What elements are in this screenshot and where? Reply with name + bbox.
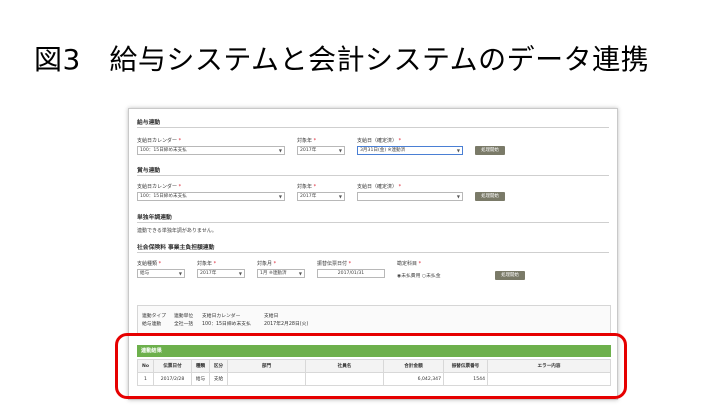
chevron-down-icon: ▼ xyxy=(238,271,242,276)
bonus-payday-select[interactable]: ▼ xyxy=(357,192,463,201)
insurance-month-select[interactable]: 1月 ※連動済 ▼ xyxy=(257,269,305,278)
bonus-calendar-select[interactable]: 100：15日締め末支払 ▼ xyxy=(137,192,285,201)
bonus-year-select[interactable]: 2017年 ▼ xyxy=(297,192,345,201)
cell-voucher-no: 1544 xyxy=(443,372,488,386)
info-value-unit: 全社一括 xyxy=(174,322,194,327)
chevron-down-icon: ▼ xyxy=(298,271,302,276)
year-end-title: 単独年調連動 xyxy=(137,215,172,221)
cell-department xyxy=(227,372,306,386)
col-error: エラー内容 xyxy=(487,359,611,373)
insurance-year-label: 対象年 * xyxy=(197,261,217,267)
app-panel: 給与連動 支給日カレンダー * 100：15日締め末支払 ▼ 対象年 * 2017… xyxy=(128,108,618,400)
bonus-year-label: 対象年 * xyxy=(297,184,317,190)
cell-category: 支給 xyxy=(209,372,228,386)
col-department: 部門 xyxy=(227,359,306,373)
cell-employee xyxy=(305,372,384,386)
year-end-message: 連動できる単独年調がありません。 xyxy=(137,228,217,234)
info-header-payday: 支給日 xyxy=(264,314,279,319)
col-employee: 社員名 xyxy=(305,359,384,373)
divider xyxy=(137,222,609,223)
salary-payday-label: 支給日（確定済） * xyxy=(357,138,402,144)
info-value-type: 給与連動 xyxy=(142,322,162,327)
salary-link-title: 給与連動 xyxy=(137,120,161,126)
cell-no: 1 xyxy=(137,372,154,386)
insurance-type-select[interactable]: 給与 ▼ xyxy=(137,269,185,278)
chevron-down-icon: ▼ xyxy=(178,271,182,276)
info-header-type: 連動タイプ xyxy=(142,314,166,319)
col-date: 伝票日付 xyxy=(153,359,192,373)
insurance-date-label: 振替伝票日付 * xyxy=(317,261,352,267)
cell-total: 6,042,347 xyxy=(383,372,444,386)
bonus-calendar-label: 支給日カレンダー * xyxy=(137,184,182,190)
divider xyxy=(137,127,609,128)
salary-year-select[interactable]: 2017年 ▼ xyxy=(297,146,345,155)
bonus-start-button[interactable]: 処理開始 xyxy=(475,192,505,201)
col-total: 合計金額 xyxy=(383,359,444,373)
chevron-down-icon: ▼ xyxy=(456,194,460,199)
cell-error xyxy=(487,372,611,386)
col-kind: 種類 xyxy=(191,359,210,373)
link-info-box: 連動タイプ 連動単位 支給日カレンダー 支給日 給与連動 全社一括 100：15… xyxy=(137,305,611,335)
info-value-payday: 2017年2月28日(火) xyxy=(264,322,309,327)
chevron-down-icon: ▼ xyxy=(456,148,460,153)
insurance-type-label: 支給種類 * xyxy=(137,261,162,267)
insurance-date-input[interactable]: 2017/01/31 xyxy=(317,269,385,278)
chevron-down-icon: ▼ xyxy=(338,194,342,199)
col-voucher-no: 振替伝票番号 xyxy=(443,359,488,373)
salary-calendar-label: 支給日カレンダー * xyxy=(137,138,182,144)
salary-payday-select[interactable]: 3月31日(金) ※連動済 ▼ xyxy=(357,146,463,155)
bonus-payday-label: 支給日（確定済） * xyxy=(357,184,402,190)
col-no: No xyxy=(137,359,154,373)
salary-calendar-select[interactable]: 100：15日締め末支払 ▼ xyxy=(137,146,285,155)
info-header-unit: 連動単位 xyxy=(174,314,194,319)
divider xyxy=(137,175,609,176)
salary-year-label: 対象年 * xyxy=(297,138,317,144)
chevron-down-icon: ▼ xyxy=(278,148,282,153)
insurance-year-select[interactable]: 2017年 ▼ xyxy=(197,269,245,278)
slide-title: 図3 給与システムと会計システムのデータ連携 xyxy=(34,43,650,76)
account-radio-group[interactable]: ◉未払費用 ○未払金 xyxy=(397,272,441,279)
divider xyxy=(137,252,609,253)
insurance-start-button[interactable]: 処理開始 xyxy=(495,271,525,280)
col-category: 区分 xyxy=(209,359,228,373)
insurance-title: 社会保険料 事業主負担額連動 xyxy=(137,245,215,251)
insurance-account-label: 勘定科目 * xyxy=(397,261,422,267)
table-row: 1 2017/2/28 給与 支給 6,042,347 1544 xyxy=(137,372,611,386)
cell-date: 2017/2/28 xyxy=(153,372,192,386)
cell-kind: 給与 xyxy=(191,372,210,386)
bonus-link-title: 賞与連動 xyxy=(137,168,161,174)
info-value-calendar: 100：15日締め末支払 xyxy=(202,322,251,327)
chevron-down-icon: ▼ xyxy=(338,148,342,153)
chevron-down-icon: ▼ xyxy=(278,194,282,199)
info-header-calendar: 支給日カレンダー xyxy=(202,314,241,319)
result-header: 連動結果 xyxy=(137,345,611,357)
result-table: No 伝票日付 種類 区分 部門 社員名 合計金額 振替伝票番号 エラー内容 1… xyxy=(137,359,611,386)
salary-start-button[interactable]: 処理開始 xyxy=(475,146,505,155)
insurance-month-label: 対象月 * xyxy=(257,261,277,267)
